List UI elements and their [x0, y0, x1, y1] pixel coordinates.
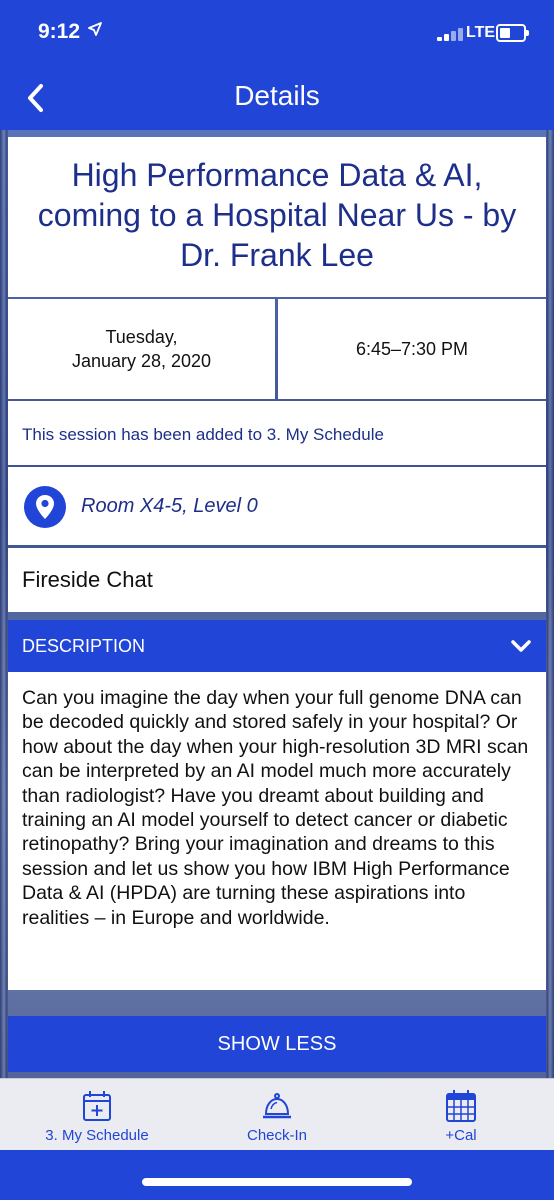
page-title: Details: [234, 80, 320, 111]
session-date-weekday: Tuesday,: [105, 327, 178, 347]
battery-icon: [496, 24, 529, 42]
schedule-notice: This session has been added to 3. My Sch…: [22, 425, 384, 444]
session-date: Tuesday, January 28, 2020: [8, 325, 275, 373]
calendar-add-icon: [83, 1091, 111, 1121]
session-date-card: Tuesday, January 28, 2020: [8, 299, 275, 399]
location-pin-icon: [24, 486, 66, 528]
home-indicator[interactable]: [142, 1178, 412, 1186]
description-header[interactable]: DESCRIPTION: [8, 620, 546, 672]
tab-bar: 3. My Schedule Check-In +Cal: [0, 1078, 554, 1151]
home-indicator-area: [0, 1150, 554, 1200]
session-title-card: High Performance Data & AI, coming to a …: [8, 137, 546, 297]
network-label: LTE: [466, 24, 496, 41]
session-time: 6:45–7:30 PM: [355, 339, 469, 359]
session-title: High Performance Data & AI, coming to a …: [37, 157, 517, 273]
tab-my-schedule[interactable]: 3. My Schedule: [12, 1079, 182, 1151]
tab-add-calendar-label: +Cal: [445, 1127, 477, 1144]
location-arrow-icon: [88, 22, 102, 36]
signal-icon: [437, 27, 467, 41]
nav-bar: Details: [0, 66, 554, 130]
tab-add-calendar[interactable]: +Cal: [376, 1079, 546, 1151]
session-time-card: 6:45–7:30 PM: [278, 299, 546, 399]
room-location: Room X4-5, Level 0: [81, 495, 258, 517]
status-time: 9:12: [38, 20, 81, 43]
calendar-grid-icon: [446, 1090, 476, 1122]
chevron-down-icon[interactable]: [510, 636, 532, 656]
tab-check-in-label: Check-In: [246, 1127, 308, 1144]
show-less-button[interactable]: SHOW LESS: [8, 1016, 546, 1072]
tab-my-schedule-label: 3. My Schedule: [45, 1127, 149, 1144]
session-type: Fireside Chat: [22, 567, 153, 592]
service-bell-icon: [263, 1093, 291, 1119]
schedule-notice-card[interactable]: This session has been added to 3. My Sch…: [8, 401, 546, 465]
session-description: Can you imagine the day when your full g…: [22, 687, 529, 929]
session-type-card: Fireside Chat: [8, 548, 546, 612]
session-date-full: January 28, 2020: [71, 351, 212, 371]
status-bar: 9:12 LTE: [0, 0, 554, 66]
room-card[interactable]: Room X4-5, Level 0: [8, 467, 546, 545]
tab-check-in[interactable]: Check-In: [192, 1079, 362, 1151]
description-header-label: DESCRIPTION: [22, 636, 146, 656]
description-card: Can you imagine the day when your full g…: [8, 672, 546, 990]
